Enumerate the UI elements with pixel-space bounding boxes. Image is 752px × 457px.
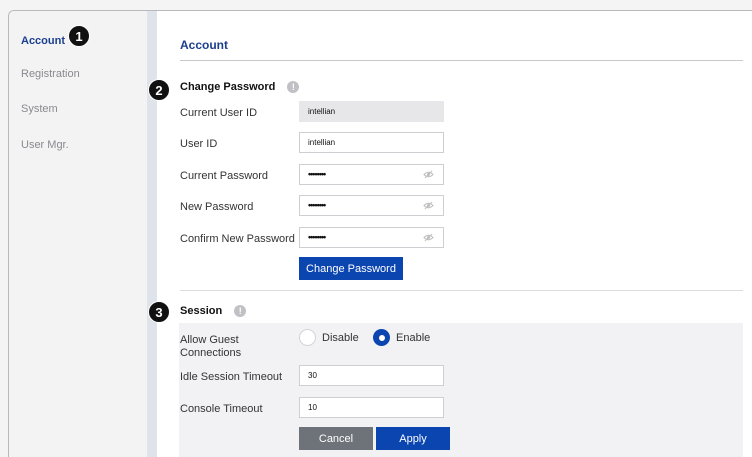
sidebar-item-account[interactable]: Account: [21, 35, 65, 47]
new-password-value: ••••••••: [308, 200, 326, 210]
change-password-button[interactable]: Change Password: [299, 257, 403, 280]
current-user-id-label: Current User ID: [180, 107, 258, 119]
cancel-button[interactable]: Cancel: [299, 427, 373, 450]
info-icon[interactable]: !: [287, 81, 300, 93]
console-timeout-label: Console Timeout: [180, 403, 263, 415]
eye-hidden-icon[interactable]: [423, 170, 434, 179]
console-timeout-input[interactable]: 10: [299, 397, 444, 418]
confirm-password-value: ••••••••: [308, 232, 326, 242]
current-user-id-field: intellian: [299, 101, 444, 122]
current-password-label: Current Password: [180, 170, 269, 182]
user-id-label: User ID: [180, 138, 218, 150]
sidebar-item-system[interactable]: System: [21, 103, 58, 115]
radio-enable-label: Enable: [396, 331, 431, 344]
radio-disable[interactable]: Disable: [299, 329, 359, 346]
session-section-title: Session !: [180, 305, 247, 317]
radio-disable-label: Disable: [322, 331, 359, 344]
new-password-input[interactable]: ••••••••: [299, 195, 444, 216]
allow-guest-label: Allow Guest Connections: [180, 334, 242, 359]
eye-hidden-icon[interactable]: [423, 233, 434, 242]
change-password-title-text: Change Password: [180, 81, 276, 93]
radio-disable-circle[interactable]: [299, 329, 316, 346]
info-icon[interactable]: !: [234, 305, 247, 317]
current-password-value: ••••••••: [308, 169, 326, 179]
new-password-label: New Password: [180, 201, 254, 213]
main-panel: Account Change Password ! Current User I…: [157, 11, 752, 457]
current-password-input[interactable]: ••••••••: [299, 164, 444, 185]
callout-1: 1: [68, 25, 90, 47]
idle-timeout-label: Idle Session Timeout: [180, 371, 283, 383]
session-title-text: Session: [180, 305, 223, 317]
apply-button[interactable]: Apply: [376, 427, 450, 450]
radio-enable[interactable]: Enable: [373, 329, 430, 346]
confirm-password-input[interactable]: ••••••••: [299, 227, 444, 248]
radio-enable-circle[interactable]: [373, 329, 390, 346]
confirm-password-label: Confirm New Password: [180, 233, 295, 245]
page-title: Account: [180, 38, 228, 52]
sidebar-item-user-mgr[interactable]: User Mgr.: [21, 139, 69, 151]
idle-timeout-input[interactable]: 30: [299, 365, 444, 386]
title-divider: [180, 60, 743, 61]
section-divider: [180, 290, 743, 291]
sidebar: Account Registration System User Mgr.: [9, 11, 147, 457]
change-password-section-title: Change Password !: [180, 81, 300, 93]
eye-hidden-icon[interactable]: [423, 201, 434, 210]
user-id-input[interactable]: intellian: [299, 132, 444, 153]
sidebar-item-registration[interactable]: Registration: [21, 68, 80, 80]
sidebar-divider: [147, 11, 157, 457]
window-frame: Account Registration System User Mgr. 1 …: [8, 10, 752, 457]
